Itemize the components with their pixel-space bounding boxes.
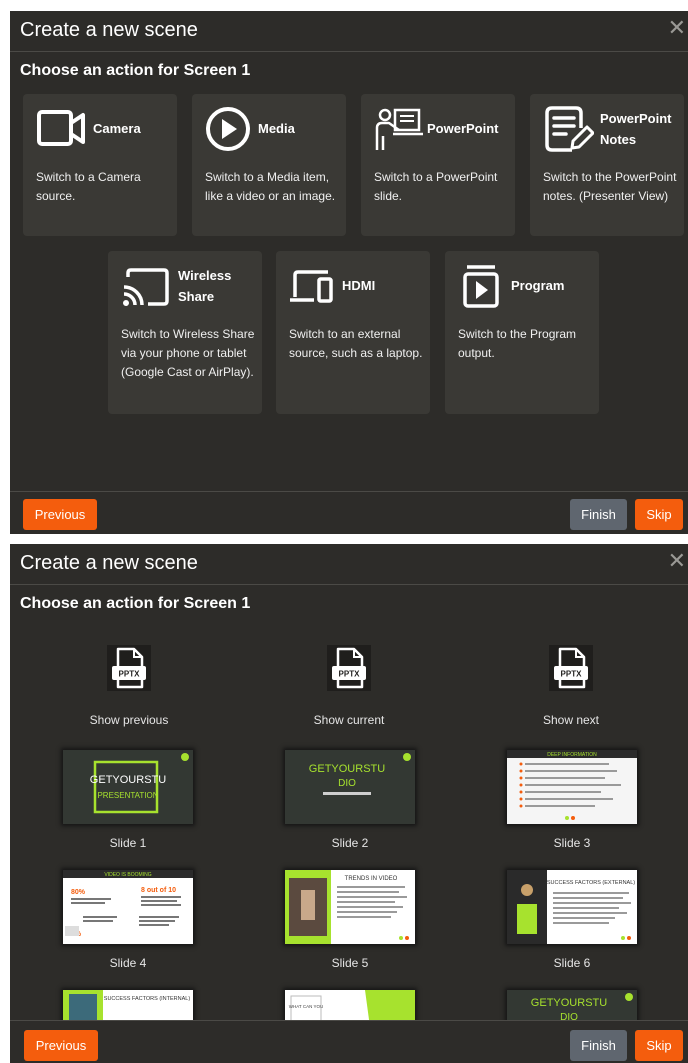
card-description: Switch to the Program output. bbox=[458, 327, 577, 360]
show-current-option[interactable]: PPTX Show current bbox=[294, 645, 404, 727]
option-label: Show next bbox=[542, 713, 600, 727]
slide-2-thumbnail[interactable]: GETYOURSTU DIO Slide 2 bbox=[283, 750, 417, 850]
slide-title-text: GETYOURSTU bbox=[90, 774, 166, 786]
pptx-badge-text: PPTX bbox=[561, 670, 583, 679]
dialog-title: Create a new scene bbox=[20, 552, 198, 574]
slide-label: Slide 5 bbox=[331, 956, 369, 970]
card-title: PowerPoint bbox=[427, 121, 499, 136]
camera-card[interactable]: Camera Switch to a Camera source. bbox=[23, 94, 177, 236]
slide-title-text: SUCCESS FACTORS (EXTERNAL) bbox=[547, 880, 635, 886]
card-description: Switch to an external source, such as a … bbox=[289, 327, 423, 360]
slide-4-thumbnail[interactable]: VIDEO IS BOOMING 80% 8 out of 10 86% Sli… bbox=[61, 870, 195, 970]
title-divider bbox=[10, 51, 688, 52]
card-title: Program bbox=[511, 278, 565, 293]
previous-button[interactable]: Previous bbox=[24, 1030, 98, 1061]
slide-label: Slide 3 bbox=[553, 836, 591, 850]
slide-4-image: VIDEO IS BOOMING 80% 8 out of 10 86% bbox=[63, 870, 193, 944]
slide-preview: GETYOURSTU PRESENTATION bbox=[63, 750, 193, 824]
card-title: Media bbox=[258, 121, 295, 136]
media-card[interactable]: Media Switch to a Media item, like a vid… bbox=[192, 94, 346, 236]
create-scene-dialog-actions: Create a new scene ✕ Choose an action fo… bbox=[10, 11, 688, 534]
close-icon[interactable]: ✕ bbox=[668, 17, 686, 39]
slide-preview: DEEP INFORMATION bbox=[507, 750, 637, 824]
slide-preview: VIDEO IS BOOMING 80% 8 out of 10 86% bbox=[63, 870, 193, 944]
card-title: Camera bbox=[93, 121, 141, 136]
powerpoint-card[interactable]: PowerPoint Switch to a PowerPoint slide. bbox=[361, 94, 515, 236]
play-circle-icon bbox=[206, 107, 250, 151]
card-description: Switch to a Camera source. bbox=[36, 170, 141, 203]
skip-button[interactable]: Skip bbox=[635, 1030, 683, 1061]
program-output-icon bbox=[463, 265, 499, 308]
show-previous-option[interactable]: PPTX Show previous bbox=[74, 645, 184, 727]
slide-5-thumbnail[interactable]: TRENDS IN VIDEO Slide 5 bbox=[283, 870, 417, 970]
slide-title-text: WHAT CAN YOU bbox=[289, 1004, 324, 1009]
slide-2-image: GETYOURSTU DIO bbox=[285, 750, 415, 824]
slide-subtitle-text: PRESENTATION bbox=[97, 791, 158, 800]
card-title: Wireless Share bbox=[178, 268, 232, 304]
card-description: Switch to Wireless Share via your phone … bbox=[121, 327, 255, 379]
slide-title-text: DEEP INFORMATION bbox=[547, 752, 597, 758]
slide-title-text: GETYOURSTU bbox=[309, 763, 385, 775]
footer-divider bbox=[10, 491, 688, 492]
slide-title-text: SUCCESS FACTORS (INTERNAL) bbox=[104, 996, 191, 1002]
slide-6-thumbnail[interactable]: SUCCESS FACTORS (EXTERNAL) Slide 6 bbox=[505, 870, 639, 970]
slide-1-thumbnail[interactable]: GETYOURSTU PRESENTATION Slide 1 bbox=[61, 750, 195, 850]
slide-label: Slide 2 bbox=[331, 836, 369, 850]
dialog-subtitle: Choose an action for Screen 1 bbox=[20, 595, 251, 612]
option-label: Show previous bbox=[89, 713, 169, 727]
slide-5-image: TRENDS IN VIDEO bbox=[285, 870, 415, 944]
card-title: HDMI bbox=[342, 278, 376, 293]
slide-3-image: DEEP INFORMATION bbox=[507, 750, 637, 824]
notes-icon bbox=[545, 106, 594, 152]
option-label: Show current bbox=[313, 713, 385, 727]
slide-preview: GETYOURSTU DIO bbox=[285, 750, 415, 824]
skip-button[interactable]: Skip bbox=[635, 499, 683, 530]
slide-preview: SUCCESS FACTORS (EXTERNAL) bbox=[507, 870, 637, 944]
slide-label: Slide 6 bbox=[553, 956, 591, 970]
slide-title-text: VIDEO IS BOOMING bbox=[104, 872, 151, 878]
finish-button[interactable]: Finish bbox=[570, 499, 627, 530]
title-divider bbox=[10, 584, 688, 585]
cast-icon bbox=[123, 268, 169, 306]
previous-button[interactable]: Previous bbox=[23, 499, 97, 530]
card-description: Switch to the PowerPoint notes. (Present… bbox=[543, 170, 677, 203]
slide-preview: TRENDS IN VIDEO bbox=[285, 870, 415, 944]
stat-text: 80% bbox=[71, 889, 86, 896]
dialog-subtitle: Choose an action for Screen 1 bbox=[20, 62, 251, 79]
footer-divider bbox=[10, 1020, 688, 1021]
slide-subtitle-text: DIO bbox=[338, 778, 356, 789]
slide-6-image: SUCCESS FACTORS (EXTERNAL) bbox=[507, 870, 637, 944]
pptx-file-icon: PPTX bbox=[107, 645, 151, 691]
pptx-file-icon: PPTX bbox=[549, 645, 593, 691]
slide-label: Slide 4 bbox=[109, 956, 147, 970]
slide-label: Slide 1 bbox=[109, 836, 147, 850]
card-description: Switch to a PowerPoint slide. bbox=[374, 170, 498, 203]
close-icon[interactable]: ✕ bbox=[668, 550, 686, 572]
stat-text: 8 out of 10 bbox=[141, 887, 176, 894]
hdmi-device-icon bbox=[290, 270, 333, 303]
pptx-badge-text: PPTX bbox=[119, 670, 141, 679]
finish-button[interactable]: Finish bbox=[570, 1030, 627, 1061]
hdmi-card[interactable]: HDMI Switch to an external source, such … bbox=[276, 251, 430, 414]
slide-3-thumbnail[interactable]: DEEP INFORMATION Slide 3 bbox=[505, 750, 639, 850]
slide-title-text: TRENDS IN VIDEO bbox=[345, 876, 398, 882]
camera-icon bbox=[37, 110, 85, 146]
presenter-icon bbox=[375, 108, 423, 150]
dialog-title: Create a new scene bbox=[20, 19, 198, 41]
pptx-file-icon: PPTX bbox=[327, 645, 371, 691]
slide-1-image: GETYOURSTU PRESENTATION bbox=[63, 750, 193, 824]
show-next-option[interactable]: PPTX Show next bbox=[516, 645, 626, 727]
program-card[interactable]: Program Switch to the Program output. bbox=[445, 251, 599, 414]
powerpoint-notes-card[interactable]: PowerPoint Notes Switch to the PowerPoin… bbox=[530, 94, 684, 236]
wireless-share-card[interactable]: Wireless Share Switch to Wireless Share … bbox=[108, 251, 262, 414]
pptx-badge-text: PPTX bbox=[339, 670, 361, 679]
slide-title-text: GETYOURSTU bbox=[531, 997, 607, 1009]
card-title: PowerPoint Notes bbox=[600, 111, 672, 147]
card-description: Switch to a Media item, like a video or … bbox=[205, 170, 336, 203]
create-scene-dialog-powerpoint: Create a new scene ✕ Choose an action fo… bbox=[10, 544, 688, 1063]
